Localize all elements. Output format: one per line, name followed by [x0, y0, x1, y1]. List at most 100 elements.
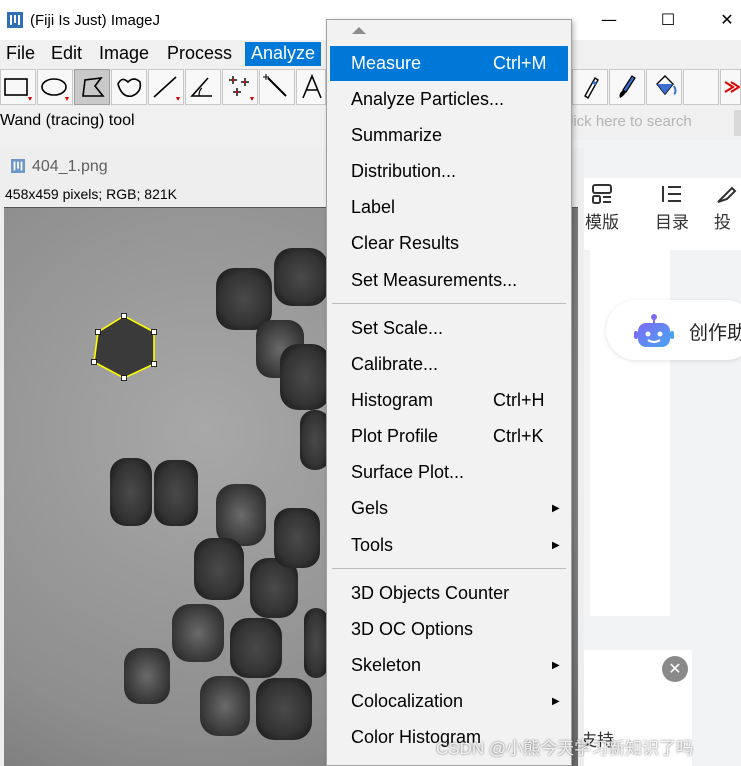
menu-item-label: Distribution... — [351, 161, 457, 181]
wand-icon — [263, 74, 287, 97]
wand-tool[interactable] — [259, 69, 295, 105]
menu-item-surface-plot[interactable]: Surface Plot... — [330, 455, 568, 490]
menu-item-label: Set Scale... — [351, 318, 444, 338]
text-tool-icon — [302, 73, 322, 99]
freehand-icon — [117, 78, 142, 98]
publish-icon — [714, 182, 741, 212]
pencil-tool[interactable] — [572, 69, 608, 105]
nav-list-label: 目录 — [655, 213, 689, 232]
menu-item-label: 3D Objects Counter — [351, 583, 510, 603]
list-icon — [650, 182, 694, 212]
submenu-arrow-icon: ▶ — [552, 540, 560, 551]
window-title: (Fiji Is Just) ImageJ — [30, 12, 161, 29]
menu-item-shortcut: Ctrl+M — [493, 53, 547, 73]
line-tool[interactable] — [148, 69, 184, 105]
menu-analyze[interactable]: Analyze — [245, 42, 322, 66]
menu-item-3d-objects-counter[interactable]: 3D Objects Counter — [330, 576, 568, 611]
nav-template[interactable]: 模版 — [580, 182, 624, 234]
menu-edit[interactable]: Edit — [45, 42, 88, 66]
brush-icon — [619, 75, 636, 98]
menu-item-skeleton[interactable]: Skeleton ▶ — [330, 648, 568, 683]
menu-item-label: Label — [351, 197, 396, 217]
watermark: CSDN @小熊今天学习新知识了吗 — [436, 739, 694, 758]
flood-fill-tool[interactable] — [646, 69, 682, 105]
menu-item-measure[interactable]: Measure Ctrl+M — [330, 46, 568, 81]
menu-process[interactable]: Process — [161, 42, 238, 66]
menu-item-label-cmd[interactable]: Label — [330, 190, 568, 225]
nav-publish-label: 投 — [714, 213, 731, 232]
menu-item-label: Clear Results — [351, 233, 460, 253]
more-tools-button[interactable] — [720, 69, 741, 105]
menu-item-set-scale[interactable]: Set Scale... — [330, 311, 568, 346]
point-icon — [229, 76, 254, 101]
nav-list[interactable]: 目录 — [650, 182, 694, 234]
close-button[interactable]: ✕ — [712, 10, 741, 32]
menu-item-analyze-particles[interactable]: Analyze Particles... — [330, 82, 568, 117]
menu-item-distribution[interactable]: Distribution... — [330, 154, 568, 189]
search-button[interactable] — [734, 110, 741, 136]
text-tool[interactable] — [296, 69, 326, 105]
image-info: 458x459 pixels; RGB; 821K — [5, 186, 177, 202]
menu-item-clear-results[interactable]: Clear Results — [330, 226, 568, 261]
brush-tool[interactable] — [609, 69, 645, 105]
menu-image[interactable]: Image — [93, 42, 155, 66]
polygon-icon — [82, 76, 105, 97]
freehand-tool[interactable] — [111, 69, 147, 105]
menu-item-label: Plot Profile — [351, 426, 439, 446]
menu-file[interactable]: File — [0, 42, 41, 66]
nav-publish[interactable]: 投 — [714, 182, 741, 234]
menu-item-label: Summarize — [351, 125, 443, 145]
submenu-arrow-icon: ▶ — [552, 696, 560, 707]
close-icon[interactable]: ✕ — [662, 656, 688, 682]
nav-template-label: 模版 — [585, 213, 619, 232]
menu-item-shortcut: Ctrl+K — [493, 426, 544, 446]
image-window-icon — [11, 159, 25, 173]
assistant-label: 创作助 — [689, 323, 741, 344]
menu-separator — [332, 568, 566, 569]
empty-tool-slot[interactable] — [683, 69, 719, 105]
menu-item-label: Histogram — [351, 390, 434, 410]
menu-item-label: Gels — [351, 498, 389, 518]
menu-item-summarize[interactable]: Summarize — [330, 118, 568, 153]
point-tool[interactable] — [222, 69, 258, 105]
menu-item-histogram[interactable]: Histogram Ctrl+H — [330, 383, 568, 418]
menu-item-gels[interactable]: Gels ▶ — [330, 491, 568, 526]
menu-separator — [332, 303, 566, 304]
image-title: 404_1.png — [32, 158, 108, 175]
menu-item-tools[interactable]: Tools ▶ — [330, 528, 568, 563]
more-arrows-icon — [724, 81, 740, 93]
scroll-up-arrow-icon[interactable] — [352, 27, 366, 34]
oval-tool[interactable] — [37, 69, 73, 105]
menu-item-label: Analyze Particles... — [351, 89, 505, 109]
menu-item-3d-oc-options[interactable]: 3D OC Options — [330, 612, 568, 647]
menu-item-colocalization[interactable]: Colocalization ▶ — [330, 684, 568, 719]
menu-item-label: Tools — [351, 535, 394, 555]
rectangle-tool[interactable] — [0, 69, 36, 105]
imagej-app-icon — [7, 12, 23, 28]
submenu-arrow-icon: ▶ — [552, 503, 560, 514]
menu-item-label: 3D OC Options — [351, 619, 474, 639]
template-icon — [580, 182, 624, 212]
oval-icon — [41, 78, 69, 101]
menu-item-label: Calibrate... — [351, 354, 439, 374]
menu-item-label: Colocalization — [351, 691, 464, 711]
maximize-button[interactable]: ☐ — [653, 10, 683, 32]
menu-item-label: Set Measurements... — [351, 270, 518, 290]
search-input[interactable]: lick here to search — [560, 110, 730, 134]
polygon-tool[interactable] — [74, 69, 110, 105]
line-icon — [153, 76, 180, 101]
robot-icon — [632, 313, 676, 349]
angle-tool[interactable] — [185, 69, 221, 105]
menu-item-label: Measure — [351, 53, 422, 73]
menu-item-plot-profile[interactable]: Plot Profile Ctrl+K — [330, 419, 568, 454]
bucket-icon — [656, 75, 677, 96]
menu-item-shortcut: Ctrl+H — [493, 390, 545, 410]
angle-icon — [190, 77, 212, 97]
menu-item-label: Surface Plot... — [351, 462, 465, 482]
minimize-button[interactable]: — — [594, 10, 624, 32]
pencil-icon — [584, 76, 599, 100]
menu-item-calibrate[interactable]: Calibrate... — [330, 347, 568, 382]
menu-item-set-measurements[interactable]: Set Measurements... — [330, 263, 568, 298]
menu-item-label: Skeleton — [351, 655, 422, 675]
submenu-arrow-icon: ▶ — [552, 660, 560, 671]
